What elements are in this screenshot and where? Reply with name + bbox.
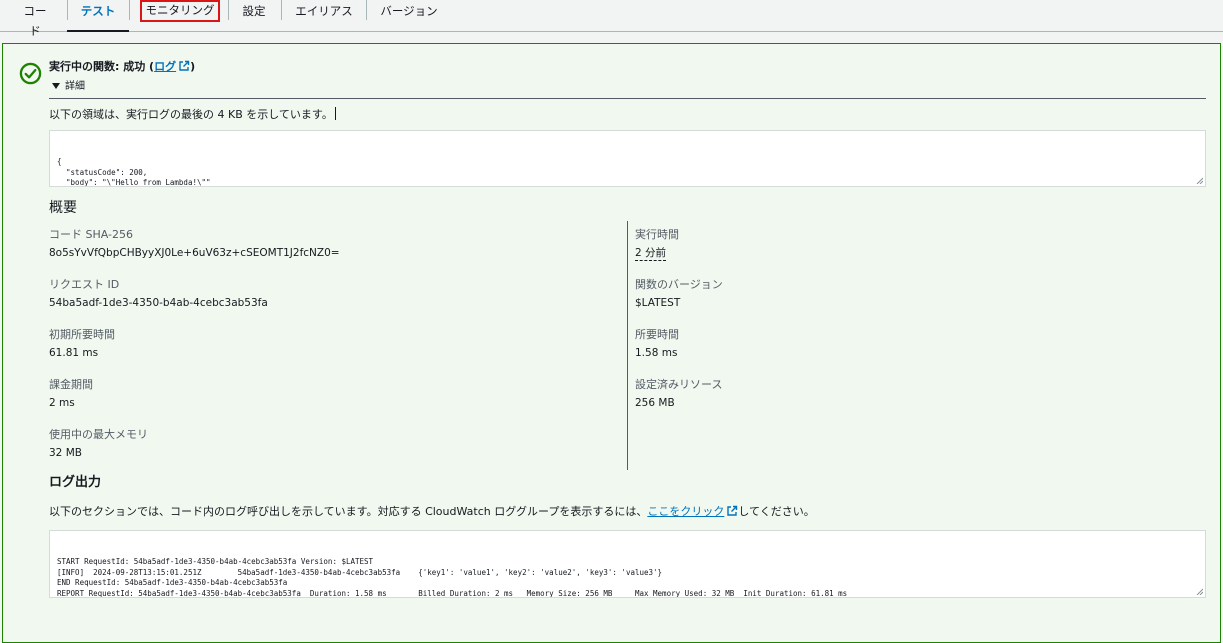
configured-resources-label: 設定済みリソース — [635, 378, 723, 391]
duration-label: 所要時間 — [635, 328, 679, 341]
log-link[interactable]: ログ — [154, 60, 190, 73]
init-duration-value: 61.81 ms — [49, 347, 99, 359]
log-output-heading: ログ出力 — [49, 475, 102, 490]
tab-bar: コード テスト モニタリング 設定 エイリアス バージョン — [0, 0, 1223, 38]
tab-settings[interactable]: 設定 — [240, 0, 268, 32]
execution-time-label: 実行時間 — [635, 228, 679, 241]
details-label: 詳細 — [65, 81, 85, 92]
summary-heading: 概要 — [49, 200, 77, 216]
max-memory-value: 32 MB — [49, 447, 82, 459]
text-cursor — [334, 107, 336, 120]
tab-monitoring[interactable]: モニタリング — [140, 0, 220, 22]
execution-time-value[interactable]: 2 分前 — [635, 246, 667, 261]
log-output-description: 以下のセクションでは、コード内のログ呼び出しを示しています。対応する Cloud… — [49, 505, 815, 518]
code-sha-value: 8o5sYvVfQbpCHByyXJ0Le+6uV63z+cSEOMT1J2fc… — [49, 247, 340, 259]
max-memory-label: 使用中の最大メモリ — [49, 428, 148, 441]
cloudwatch-link[interactable]: ここをクリック — [647, 505, 724, 518]
duration-value: 1.58 ms — [635, 347, 678, 359]
tab-divider — [228, 0, 229, 20]
billed-duration-value: 2 ms — [49, 397, 75, 409]
status-title-prefix: 実行中の関数: 成功 ( — [49, 60, 155, 73]
caret-down-icon — [52, 83, 60, 89]
request-id-label: リクエスト ID — [49, 278, 120, 291]
success-check-icon — [19, 62, 42, 85]
function-output-box[interactable]: { "statusCode": 200, "body": "\"Hello fr… — [49, 130, 1206, 187]
tab-versions[interactable]: バージョン — [380, 0, 438, 32]
details-divider — [49, 98, 1206, 99]
code-sha-label: コード SHA-256 — [49, 228, 133, 241]
tab-divider — [366, 0, 367, 20]
tab-test[interactable]: テスト — [67, 0, 129, 32]
output-intro-text: 以下の領域は、実行ログの最後の 4 KB を示しています。 — [49, 107, 336, 122]
resize-handle-icon[interactable] — [1196, 588, 1203, 595]
function-output-text: { "statusCode": 200, "body": "\"Hello fr… — [57, 157, 211, 187]
init-duration-label: 初期所要時間 — [49, 328, 115, 341]
function-version-value: $LATEST — [635, 297, 681, 309]
tab-aliases[interactable]: エイリアス — [294, 0, 354, 32]
execution-status-title: 実行中の関数: 成功 (ログ) — [49, 60, 195, 74]
external-link-icon — [179, 60, 190, 71]
tab-divider — [129, 0, 130, 20]
log-output-text: START RequestId: 54ba5adf-1de3-4350-b4ab… — [57, 557, 848, 598]
summary-column-divider — [627, 221, 628, 470]
request-id-value: 54ba5adf-1de3-4350-b4ab-4cebc3ab53fa — [49, 297, 268, 309]
details-expander[interactable]: 詳細 — [52, 81, 85, 93]
external-link-icon — [727, 505, 738, 516]
billed-duration-label: 課金期間 — [49, 378, 93, 391]
configured-resources-value: 256 MB — [635, 397, 675, 409]
status-title-suffix: ) — [190, 60, 196, 73]
log-output-box[interactable]: START RequestId: 54ba5adf-1de3-4350-b4ab… — [49, 530, 1206, 598]
resize-handle-icon[interactable] — [1196, 177, 1203, 184]
function-version-label: 関数のバージョン — [635, 278, 723, 291]
tab-code[interactable]: コード — [18, 0, 52, 38]
tab-divider — [281, 0, 282, 20]
